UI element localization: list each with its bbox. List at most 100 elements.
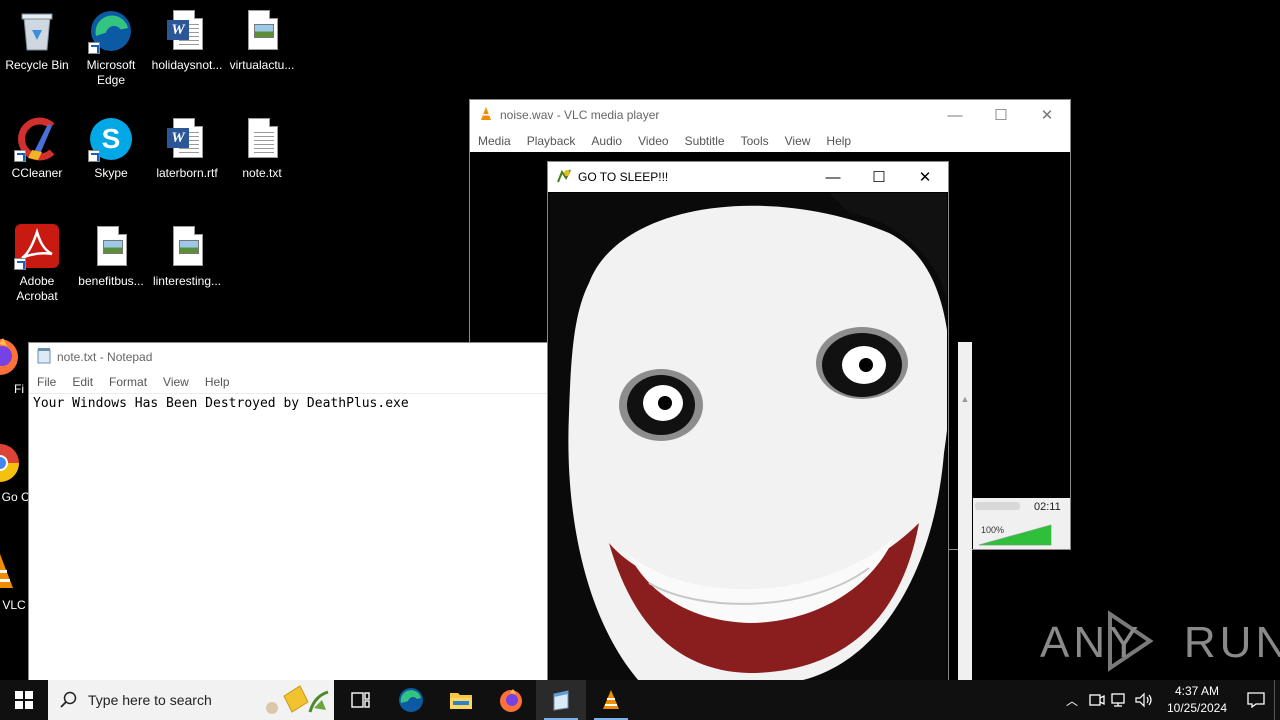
word-document-icon: W (164, 116, 210, 162)
firefox-icon (0, 332, 23, 378)
clock[interactable]: 4:37 AM 10/25/2024 (1160, 683, 1234, 717)
desktop-icon-virtualactu[interactable]: virtualactu... (224, 8, 300, 73)
taskbar-edge[interactable] (386, 680, 436, 720)
desktop: Recycle Bin CCleaner Adobe Acrobat Fi Go… (0, 0, 1280, 680)
vlc-icon (603, 690, 619, 709)
vlc-menu-help[interactable]: Help (818, 134, 859, 148)
vlc-menu-tools[interactable]: Tools (733, 134, 777, 148)
taskbar-vlc[interactable] (586, 680, 636, 720)
file-explorer-icon (450, 693, 472, 709)
notepad-icon (37, 347, 51, 367)
word-document-icon: W (164, 8, 210, 54)
task-view-icon (351, 692, 370, 708)
search-highlight-icon (266, 685, 329, 714)
chrome-icon (0, 440, 23, 486)
vlc-titlebar[interactable]: noise.wav - VLC media player — ☐ ✕ (470, 100, 1070, 130)
watermark-text: ANY RUN (1040, 618, 1280, 667)
desktop-icon-linteresting[interactable]: linteresting... (149, 224, 225, 289)
shortcut-arrow-icon (14, 258, 26, 270)
go-to-sleep-titlebar[interactable]: GO TO SLEEP!!! — ☐ ✕ (548, 162, 948, 192)
notepad-menu-format[interactable]: Format (101, 375, 155, 389)
vlc-seek-bar[interactable] (975, 502, 1020, 510)
notepad-title: note.txt - Notepad (57, 350, 153, 364)
taskbar-file-explorer[interactable] (436, 680, 486, 720)
acrobat-icon (14, 224, 60, 270)
anyrun-watermark: ANY RUN (1038, 608, 1280, 674)
clock-date: 10/25/2024 (1166, 701, 1228, 715)
vlc-menubar: Media Playback Audio Video Subtitle Tool… (470, 130, 1070, 152)
desktop-icon-ccleaner[interactable]: CCleaner (0, 116, 75, 181)
desktop-icon-laterborn[interactable]: W laterborn.rtf (149, 116, 225, 181)
notepad-menu-edit[interactable]: Edit (64, 375, 101, 389)
notepad-content: Your Windows Has Been Destroyed by Death… (33, 396, 409, 411)
desktop-icon-microsoft-edge[interactable]: Microsoft Edge (73, 8, 149, 88)
image-file-icon (239, 8, 285, 54)
task-view-button[interactable] (336, 680, 386, 720)
clock-time: 4:37 AM (1174, 684, 1220, 698)
skype-icon: S (88, 116, 134, 162)
firefox-icon (500, 689, 522, 712)
vlc-scrollbar[interactable]: ▲ (958, 342, 972, 680)
vlc-menu-media[interactable]: Media (470, 134, 519, 148)
close-button[interactable]: ✕ (1024, 100, 1070, 130)
notepad-menubar: File Edit Format View Help (29, 371, 547, 393)
vlc-menu-subtitle[interactable]: Subtitle (677, 134, 733, 148)
notepad-text-area[interactable]: Your Windows Has Been Destroyed by Death… (29, 393, 547, 680)
taskbar-search-box[interactable]: Type here to search (48, 680, 334, 720)
maximize-button[interactable]: ☐ (856, 162, 902, 192)
notepad-menu-help[interactable]: Help (197, 375, 238, 389)
vlc-menu-view[interactable]: View (777, 134, 819, 148)
vlc-time: 02:11 (1034, 501, 1061, 513)
scary-face-image (549, 193, 947, 680)
search-icon (60, 691, 77, 708)
windows-logo-icon (15, 691, 33, 709)
vlc-volume-slider[interactable] (977, 523, 1053, 547)
minimize-button[interactable]: — (810, 162, 856, 192)
go-to-sleep-title: GO TO SLEEP!!! (578, 170, 669, 184)
maximize-button[interactable]: ☐ (978, 100, 1024, 130)
notepad-menu-file[interactable]: File (29, 375, 64, 389)
recycle-bin-icon (14, 8, 60, 54)
vlc-title: noise.wav - VLC media player (500, 108, 660, 122)
image-file-icon (88, 224, 134, 270)
desktop-icon-holidaysnot[interactable]: W holidaysnot... (149, 8, 225, 73)
start-button[interactable] (0, 680, 48, 720)
image-file-icon (164, 224, 210, 270)
notepad-titlebar[interactable]: note.txt - Notepad (29, 343, 547, 371)
desktop-icon-skype[interactable]: S Skype (73, 116, 149, 181)
show-hidden-icons-chevron-icon[interactable]: ︿ (1060, 692, 1084, 709)
vlc-control-bar: 02:11 100% (973, 498, 1070, 549)
app-icon (556, 168, 572, 187)
search-placeholder: Type here to search (88, 692, 212, 708)
text-file-icon (239, 116, 285, 162)
desktop-icon-adobe-acrobat[interactable]: Adobe Acrobat (0, 224, 75, 304)
taskbar-firefox[interactable] (486, 680, 536, 720)
desktop-icon-recycle-bin[interactable]: Recycle Bin (0, 8, 75, 73)
notifications-icon[interactable] (1238, 691, 1274, 709)
taskbar-notepad[interactable] (536, 680, 586, 720)
desktop-icon-note-txt[interactable]: note.txt (224, 116, 300, 181)
taskbar: Type here to search ︿ 4:37 AM 10/25/2024 (0, 680, 1280, 720)
vlc-menu-audio[interactable]: Audio (583, 134, 630, 148)
system-tray: ︿ 4:37 AM 10/25/2024 (1060, 680, 1280, 720)
show-desktop-button[interactable] (1274, 680, 1280, 720)
network-icon[interactable] (1108, 692, 1132, 708)
desktop-icon-benefitbus[interactable]: benefitbus... (73, 224, 149, 289)
shortcut-arrow-icon (88, 42, 100, 54)
go-to-sleep-window[interactable]: GO TO SLEEP!!! — ☐ ✕ (547, 161, 949, 680)
notepad-window[interactable]: note.txt - Notepad File Edit Format View… (28, 342, 548, 680)
vlc-menu-video[interactable]: Video (630, 134, 676, 148)
edge-icon (88, 8, 134, 54)
meet-now-icon[interactable] (1084, 692, 1108, 708)
close-button[interactable]: ✕ (902, 162, 948, 192)
minimize-button[interactable]: — (932, 100, 978, 130)
shortcut-arrow-icon (14, 150, 26, 162)
vlc-icon (478, 106, 494, 125)
notepad-icon (553, 690, 569, 711)
vlc-icon (0, 548, 23, 594)
ccleaner-icon (14, 116, 60, 162)
vlc-menu-playback[interactable]: Playback (519, 134, 584, 148)
notepad-menu-view[interactable]: View (155, 375, 197, 389)
shortcut-arrow-icon (88, 150, 100, 162)
volume-icon[interactable] (1132, 692, 1156, 708)
